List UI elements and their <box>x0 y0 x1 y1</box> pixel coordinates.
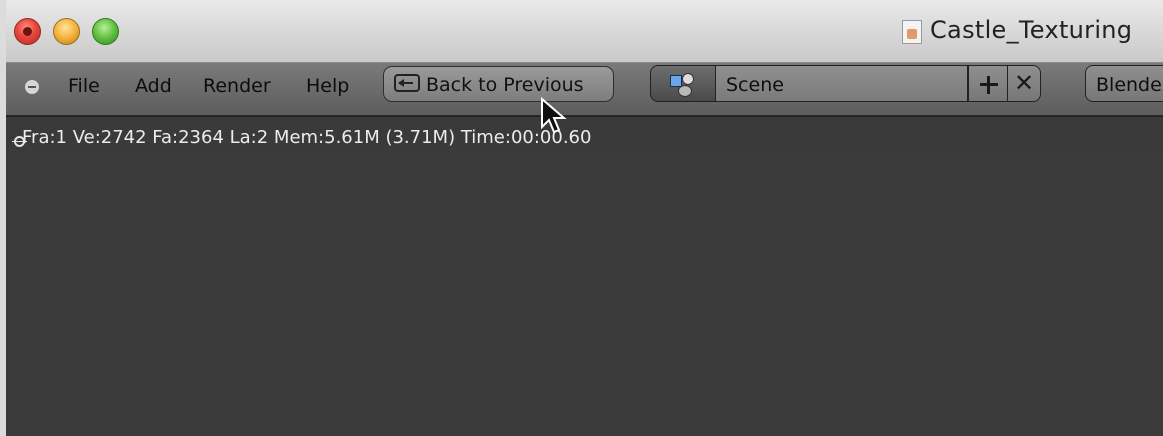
scene-selector-button[interactable] <box>650 65 716 102</box>
render-stats: Fra:1 Ve:2742 Fa:2364 La:2 Mem:5.61M (3.… <box>22 127 592 148</box>
menu-render[interactable]: Render <box>203 75 271 97</box>
delete-icon[interactable]: ✕ <box>1008 65 1041 102</box>
window-title: Castle_Texturing <box>930 16 1133 44</box>
header-menubar: File Add Render Help Back to Previous Sc… <box>0 63 1163 116</box>
collapse-icon[interactable] <box>25 80 39 94</box>
render-engine-label: Blende <box>1096 74 1162 96</box>
window-titlebar: Castle_Texturing <box>0 0 1163 63</box>
menu-help[interactable]: Help <box>306 75 349 97</box>
minimize-icon[interactable] <box>53 18 80 45</box>
render-engine-dropdown[interactable]: Blende <box>1085 65 1163 102</box>
scene-icon <box>670 73 696 97</box>
mouse-cursor-icon <box>541 97 567 134</box>
back-to-previous-label: Back to Previous <box>426 74 584 96</box>
close-icon[interactable] <box>14 18 41 45</box>
zoom-icon[interactable] <box>92 18 119 45</box>
scene-name: Scene <box>726 74 784 96</box>
render-viewport[interactable] <box>0 155 1163 436</box>
menu-add[interactable]: Add <box>135 75 172 97</box>
document-icon <box>902 20 922 44</box>
window-edge <box>0 0 6 436</box>
scene-name-field[interactable]: Scene <box>716 65 968 102</box>
info-bar: Fra:1 Ve:2742 Fa:2364 La:2 Mem:5.61M (3.… <box>0 116 1163 155</box>
menu-file[interactable]: File <box>68 75 100 97</box>
back-icon <box>394 74 420 92</box>
back-to-previous-button[interactable]: Back to Previous <box>383 66 614 102</box>
add-icon[interactable] <box>968 65 1008 102</box>
